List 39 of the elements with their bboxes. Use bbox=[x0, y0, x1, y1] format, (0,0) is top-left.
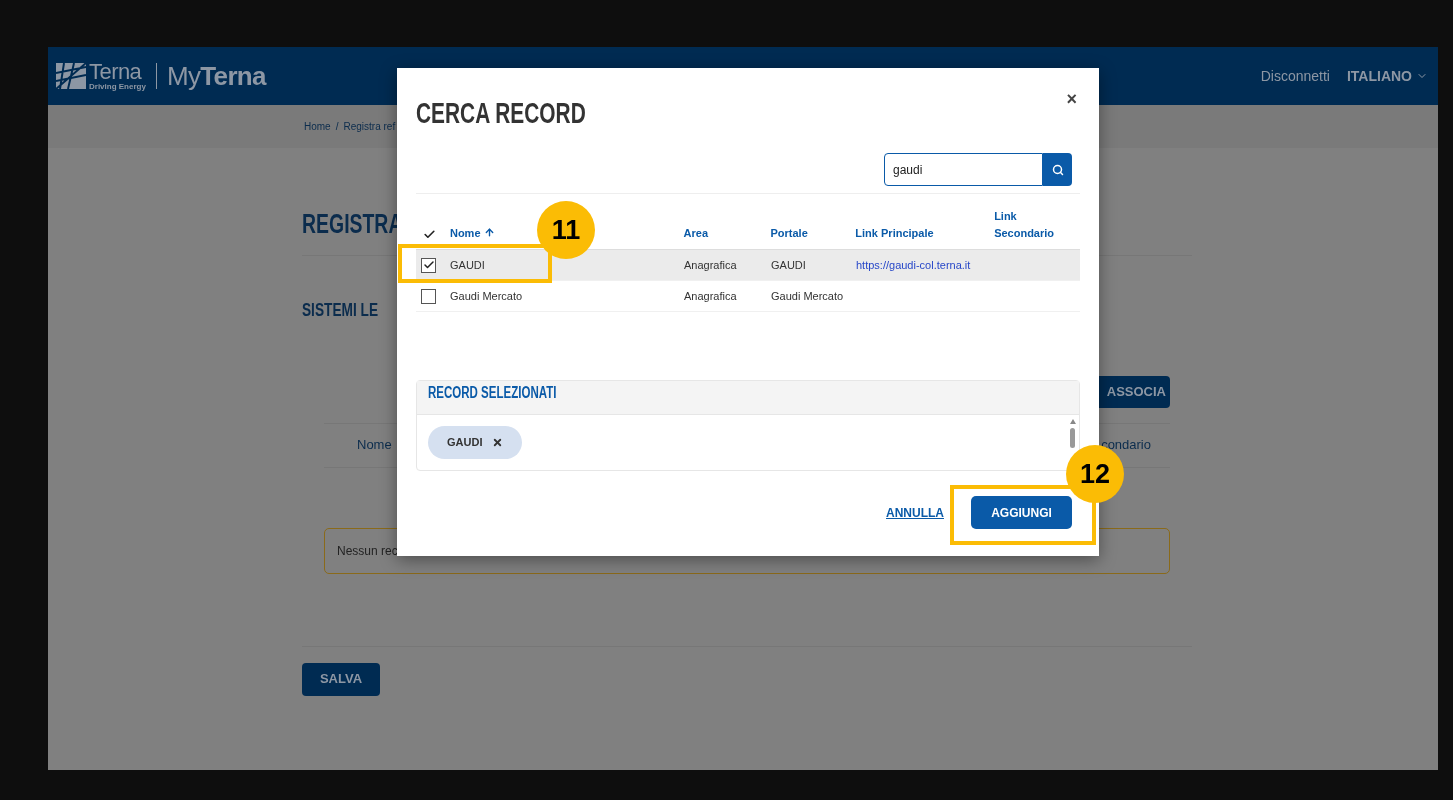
row-checkbox[interactable] bbox=[421, 288, 436, 304]
table-cell: Anagrafica bbox=[684, 289, 737, 302]
remove-icon bbox=[492, 437, 504, 448]
breadcrumb-separator: / bbox=[335, 120, 339, 134]
table-cell: Gaudi Mercato bbox=[771, 289, 844, 302]
save-button[interactable]: SALVA bbox=[302, 662, 380, 696]
column-header[interactable]: Link Principale bbox=[855, 224, 934, 241]
logo-tagline: Driving Energy bbox=[89, 83, 146, 91]
language-menu[interactable]: ITALIANO bbox=[1346, 65, 1428, 87]
search-field[interactable]: gaudi bbox=[884, 153, 1043, 186]
app-name: MyTerna bbox=[166, 59, 266, 93]
column-header[interactable]: Nome bbox=[449, 224, 495, 241]
search-icon bbox=[1051, 163, 1064, 176]
panel-title: RECORD SELEZIONATI bbox=[428, 383, 557, 403]
logo-mark-icon bbox=[56, 63, 86, 89]
table-cell: GAUDI bbox=[450, 258, 485, 271]
column-header[interactable]: Area bbox=[683, 224, 709, 241]
close-button[interactable]: × bbox=[1066, 90, 1077, 108]
table-cell: GAUDI bbox=[771, 258, 806, 271]
table-cell: Anagrafica bbox=[684, 258, 737, 271]
record-link[interactable]: https://gaudi-col.terna.it bbox=[856, 258, 971, 271]
scrollbar bbox=[1070, 419, 1075, 448]
dialog-title: CERCA RECORD bbox=[416, 98, 586, 128]
check-all-icon bbox=[423, 228, 436, 241]
logo-text: Terna bbox=[89, 61, 143, 83]
logout-link[interactable]: Disconnetti bbox=[1260, 65, 1330, 87]
cancel-link[interactable]: ANNULLA bbox=[886, 503, 944, 522]
row-checkbox[interactable] bbox=[421, 257, 436, 273]
table-cell: Gaudi Mercato bbox=[450, 289, 523, 302]
search-button[interactable] bbox=[1043, 153, 1072, 186]
add-button[interactable]: AGGIUNGI bbox=[971, 496, 1072, 529]
column-header: Nome bbox=[357, 436, 392, 455]
check-icon bbox=[422, 259, 435, 271]
page-title: REGISTRA bbox=[302, 208, 403, 236]
selected-record-chip[interactable]: GAUDI bbox=[428, 426, 523, 459]
section-title: SISTEMI LE bbox=[302, 298, 378, 322]
table-row[interactable]: GAUDI Anagrafica GAUDI https://gaudi-col.terna.it bbox=[416, 250, 1080, 281]
column-header[interactable]: Portale bbox=[770, 224, 808, 241]
column-header[interactable]: Link Secondario bbox=[994, 208, 1065, 241]
